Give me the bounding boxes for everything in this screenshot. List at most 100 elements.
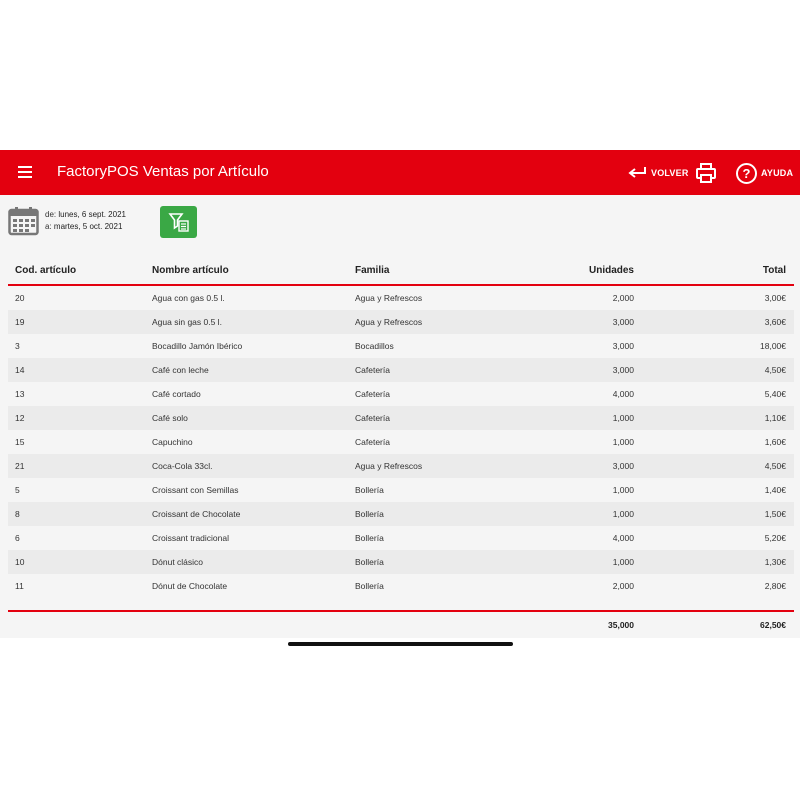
table-row[interactable]: 13 Café cortado Cafetería 4,000 5,40€	[8, 382, 794, 406]
column-header-code[interactable]: Cod. artículo	[15, 262, 76, 280]
cell-units: 3,000	[612, 461, 634, 471]
cell-code: 19	[15, 317, 25, 327]
print-button[interactable]	[695, 160, 717, 186]
help-icon: ?	[736, 162, 757, 184]
cell-name: Croissant tradicional	[152, 533, 230, 543]
cell-units: 1,000	[612, 509, 634, 519]
table-row[interactable]: 21 Coca-Cola 33cl. Agua y Refrescos 3,000 4,…	[8, 454, 794, 478]
column-header-total[interactable]: Total	[763, 262, 786, 280]
cell-code: 10	[15, 557, 25, 567]
cell-code: 15	[15, 437, 25, 447]
cell-code: 3	[15, 341, 20, 351]
cell-units: 1,000	[612, 485, 634, 495]
column-header-name[interactable]: Nombre artículo	[152, 262, 229, 280]
cell-name: Agua sin gas 0.5 l.	[152, 317, 222, 327]
table-header: Cod. artículo Nombre artículo Familia Un…	[8, 262, 794, 286]
cell-units: 3,000	[612, 365, 634, 375]
cell-total: 3,00€	[764, 293, 786, 303]
date-range-selector[interactable]: de: lunes, 6 sept. 2021 a: martes, 5 oct…	[8, 206, 126, 236]
cell-code: 20	[15, 293, 25, 303]
table-row[interactable]: 20 Agua con gas 0.5 l. Agua y Refrescos 2,0…	[8, 286, 794, 310]
cell-name: Bocadillo Jamón Ibérico	[152, 341, 243, 351]
cell-total: 1,50€	[764, 509, 786, 519]
cell-code: 11	[15, 581, 24, 591]
cell-total: 4,50€	[764, 365, 786, 375]
date-from-prefix: de:	[45, 210, 57, 219]
table-row[interactable]: 5 Croissant con Semillas Bollería 1,000 1,40…	[8, 478, 794, 502]
cell-code: 8	[15, 509, 20, 519]
cell-total: 1,10€	[764, 413, 786, 423]
printer-icon	[696, 163, 716, 183]
cell-family: Cafetería	[355, 437, 390, 447]
cell-family: Agua y Refrescos	[355, 461, 423, 471]
home-indicator	[288, 642, 513, 646]
filter-button[interactable]	[160, 206, 197, 238]
back-button[interactable]: VOLVER	[627, 160, 689, 186]
cell-name: Café cortado	[152, 389, 201, 399]
cell-name: Coca-Cola 33cl.	[152, 461, 213, 471]
cell-total: 1,30€	[764, 557, 786, 567]
cell-family: Agua y Refrescos	[355, 293, 423, 303]
date-from-value: lunes, 6 sept. 2021	[58, 210, 126, 219]
cell-name: Capuchino	[152, 437, 193, 447]
cell-name: Croissant de Chocolate	[152, 509, 241, 519]
cell-units: 1,000	[612, 413, 634, 423]
table-row[interactable]: 11 Dónut de Chocolate Bollería 2,000 2,80€	[8, 574, 794, 598]
sales-by-item-screen: FactoryPOS Ventas por Artículo VOLVER ? …	[0, 150, 800, 638]
cell-units: 1,000	[612, 437, 634, 447]
table-body: 20 Agua con gas 0.5 l. Agua y Refrescos 2,0…	[8, 286, 794, 612]
cell-units: 1,000	[612, 557, 634, 567]
cell-total: 5,40€	[764, 389, 786, 399]
hamburger-menu-icon[interactable]	[18, 166, 32, 178]
cell-family: Bollería	[355, 557, 384, 567]
cell-family: Agua y Refrescos	[355, 317, 423, 327]
cell-total: 3,60€	[764, 317, 786, 327]
cell-total: 5,20€	[764, 533, 786, 543]
table-row[interactable]: 12 Café solo Cafetería 1,000 1,10€	[8, 406, 794, 430]
cell-units: 2,000	[612, 581, 634, 591]
total-amount: 62,50€	[760, 620, 786, 630]
table-footer-totals: 35,000 62,50€	[8, 610, 794, 638]
date-to-value: martes, 5 oct. 2021	[53, 222, 123, 231]
cell-family: Cafetería	[355, 389, 390, 399]
table-row[interactable]: 14 Café con leche Cafetería 3,000 4,50€	[8, 358, 794, 382]
cell-name: Café con leche	[152, 365, 209, 375]
cell-code: 12	[15, 413, 25, 423]
cell-units: 3,000	[612, 341, 634, 351]
table-row[interactable]: 3 Bocadillo Jamón Ibérico Bocadillos 3,000 1…	[8, 334, 794, 358]
cell-units: 3,000	[612, 317, 634, 327]
column-header-family[interactable]: Familia	[355, 262, 389, 280]
cell-family: Bollería	[355, 485, 384, 495]
calendar-icon	[8, 207, 39, 236]
cell-code: 14	[15, 365, 25, 375]
sales-table: Cod. artículo Nombre artículo Familia Un…	[8, 262, 794, 612]
table-row[interactable]: 15 Capuchino Cafetería 1,000 1,60€	[8, 430, 794, 454]
cell-units: 4,000	[612, 533, 634, 543]
back-button-label: VOLVER	[651, 168, 689, 178]
date-to-prefix: a:	[45, 222, 52, 231]
cell-family: Bollería	[355, 581, 384, 591]
cell-name: Agua con gas 0.5 l.	[152, 293, 225, 303]
cell-total: 1,40€	[764, 485, 786, 495]
date-from: de: lunes, 6 sept. 2021	[45, 209, 126, 221]
cell-total: 18,00€	[760, 341, 786, 351]
table-row[interactable]: 6 Croissant tradicional Bollería 4,000 5,20€	[8, 526, 794, 550]
help-button[interactable]: ? AYUDA	[736, 160, 793, 186]
help-button-label: AYUDA	[761, 168, 794, 178]
table-row[interactable]: 10 Dónut clásico Bollería 1,000 1,30€	[8, 550, 794, 574]
cell-family: Cafetería	[355, 413, 390, 423]
return-arrow-icon	[628, 167, 646, 178]
table-row[interactable]: 19 Agua sin gas 0.5 l. Agua y Refrescos 3,0…	[8, 310, 794, 334]
top-bar: FactoryPOS Ventas por Artículo VOLVER ? …	[0, 150, 800, 195]
date-to: a: martes, 5 oct. 2021	[45, 221, 126, 233]
cell-family: Bollería	[355, 533, 384, 543]
cell-total: 1,60€	[764, 437, 786, 447]
cell-name: Dónut de Chocolate	[152, 581, 228, 591]
column-header-units[interactable]: Unidades	[589, 262, 634, 280]
table-row[interactable]: 8 Croissant de Chocolate Bollería 1,000 1,50…	[8, 502, 794, 526]
cell-units: 4,000	[612, 389, 634, 399]
cell-family: Bollería	[355, 509, 384, 519]
cell-code: 21	[15, 461, 25, 471]
filter-list-icon	[167, 213, 189, 232]
cell-name: Dónut clásico	[152, 557, 204, 567]
